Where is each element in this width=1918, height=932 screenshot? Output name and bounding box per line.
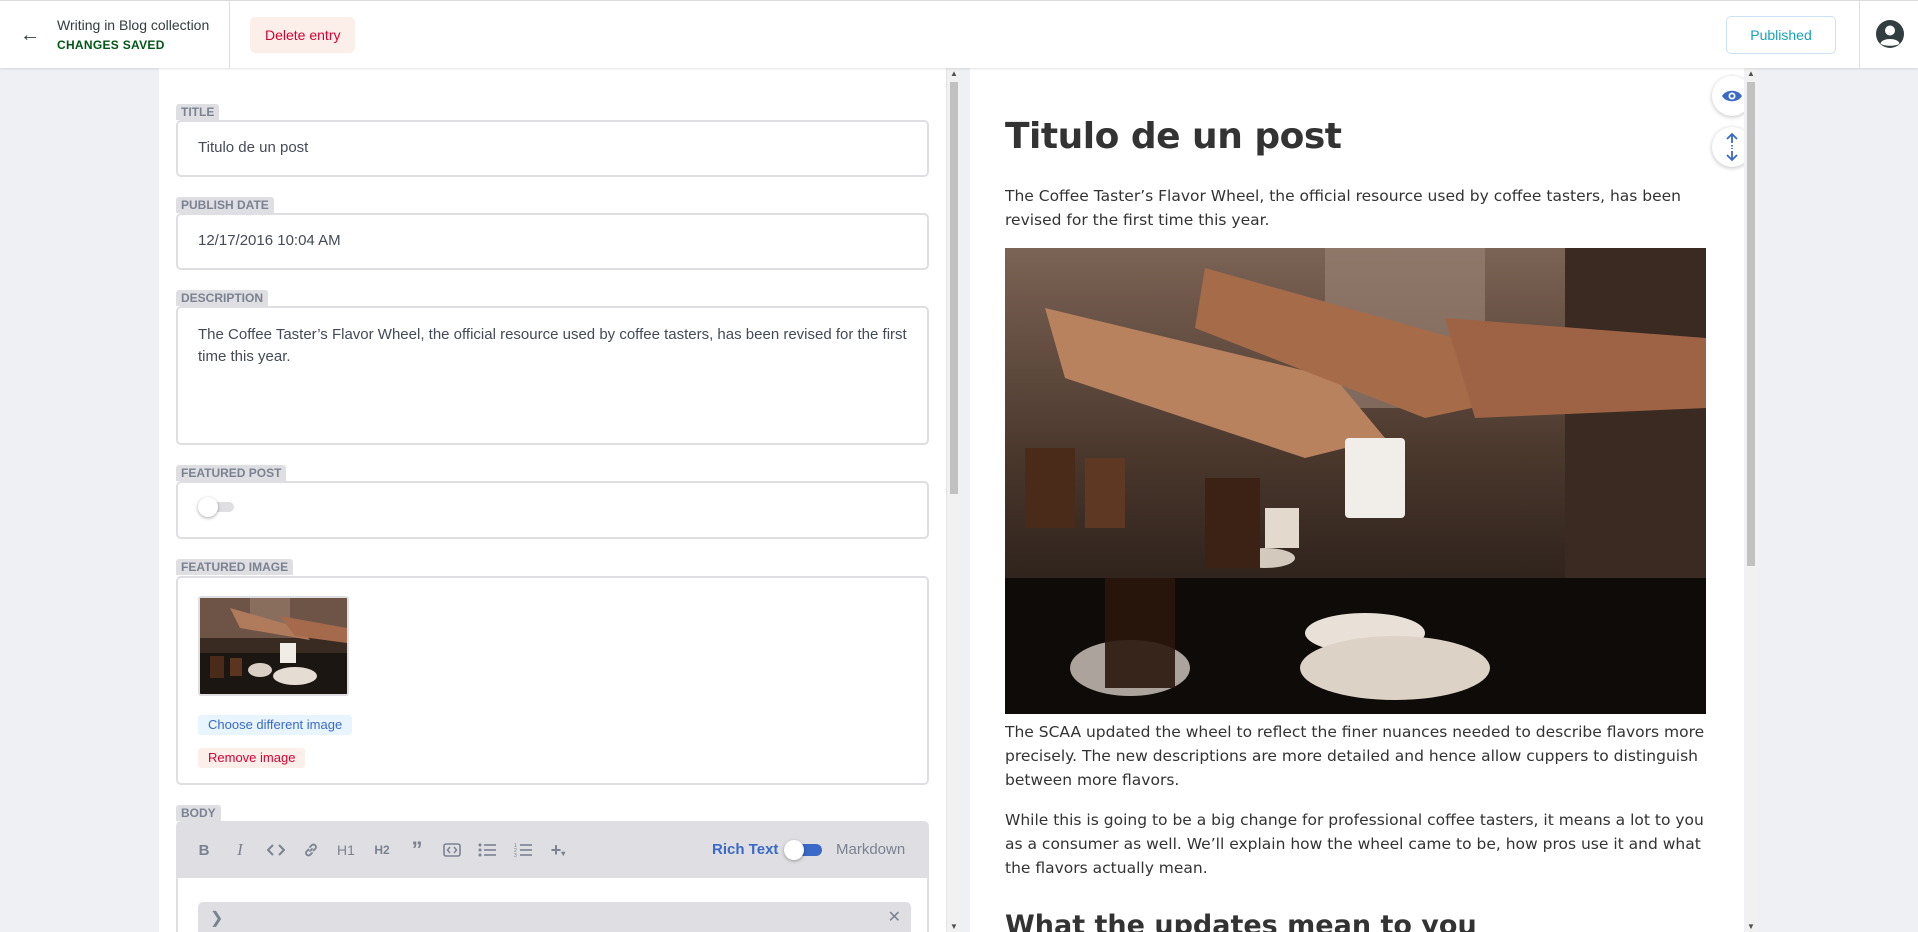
title-input[interactable]: Titulo de un post — [198, 139, 308, 156]
rich-text-toggle-knob — [784, 840, 804, 860]
code-block-icon[interactable] — [438, 838, 466, 862]
preview-paragraph-1: The SCAA updated the wheel to reflect th… — [1005, 723, 1705, 789]
featured-post-toggle-knob — [198, 497, 218, 517]
body-editor-toolbar: B I H1 H2 ” 123 + ▾ Rich Text Markdown — [176, 821, 929, 878]
user-avatar-icon[interactable] — [1875, 19, 1905, 49]
description-label: Description — [176, 290, 269, 306]
rich-text-label: Rich Text — [712, 841, 779, 858]
title-field[interactable]: Titulo de un post — [176, 120, 929, 177]
description-textarea[interactable]: The Coffee Taster’s Flavor Wheel, the of… — [198, 324, 909, 368]
bulleted-list-icon[interactable] — [473, 838, 501, 862]
entry-info: Writing in Blog collection CHANGES SAVED — [57, 16, 209, 53]
body-component-row[interactable]: ❯ ✕ — [198, 902, 911, 932]
featured-post-field — [176, 481, 929, 539]
heading1-label: H1 — [337, 842, 355, 858]
italic-icon[interactable]: I — [226, 838, 254, 862]
choose-different-image-button[interactable]: Choose different image — [198, 715, 353, 735]
topbar-divider-right — [1859, 1, 1860, 69]
publish-date-field[interactable]: 12/17/2016 10:04 AM — [176, 213, 929, 270]
preview-intro: The Coffee Taster’s Flavor Wheel, the of… — [1005, 187, 1681, 229]
code-icon[interactable] — [262, 838, 290, 862]
editor-topbar: ← Writing in Blog collection CHANGES SAV… — [0, 0, 1918, 69]
featured-image-label: Featured Image — [176, 559, 294, 575]
chevron-right-icon[interactable]: ❯ — [210, 908, 223, 928]
heading2-label: H2 — [374, 843, 390, 857]
close-icon[interactable]: ✕ — [888, 907, 901, 927]
scroll-down-arrow-icon[interactable]: ▼ — [950, 922, 958, 931]
bold-icon[interactable]: B — [190, 838, 218, 862]
preview-scrollbar-thumb[interactable] — [1747, 82, 1755, 566]
preview-scroll-up-arrow-icon[interactable]: ▲ — [1747, 69, 1755, 78]
description-field[interactable]: The Coffee Taster’s Flavor Wheel, the of… — [176, 306, 929, 445]
editor-scrollbar[interactable]: ▲ ▼ — [946, 68, 960, 932]
preview-scroll-down-arrow-icon[interactable]: ▼ — [1747, 922, 1755, 931]
markdown-label: Markdown — [836, 841, 906, 858]
back-arrow-icon[interactable]: ← — [0, 1, 60, 69]
editor-panel: Title Titulo de un post Publish Date 12/… — [159, 68, 959, 932]
featured-post-label: Featured Post — [176, 465, 287, 481]
numbered-list-icon[interactable]: 123 — [509, 838, 537, 862]
body-label: Body — [176, 805, 221, 821]
featured-image-field: Choose different image Remove image — [176, 576, 929, 785]
topbar-divider — [229, 1, 230, 69]
publish-date-label: Publish Date — [176, 197, 274, 213]
entry-title: Writing in Blog collection — [57, 17, 210, 33]
remove-image-button[interactable]: Remove image — [198, 748, 306, 768]
preview-heading-2: What the updates mean to you — [1005, 910, 1477, 932]
editor-scrollbar-thumb[interactable] — [950, 82, 958, 494]
link-icon[interactable] — [297, 838, 325, 862]
preview-featured-image — [1005, 248, 1706, 714]
body-editor[interactable]: ❯ ✕ — [176, 878, 929, 932]
preview-scrollbar[interactable]: ▲ ▼ — [1744, 68, 1758, 932]
scroll-up-arrow-icon[interactable]: ▲ — [950, 69, 958, 78]
entry-status: CHANGES SAVED — [57, 38, 165, 52]
publish-date-input[interactable]: 12/17/2016 10:04 AM — [198, 232, 341, 249]
rich-text-markdown-toggle[interactable] — [784, 840, 824, 860]
preview-title: Titulo de un post — [1005, 116, 1342, 157]
published-status-button[interactable]: Published — [1726, 16, 1836, 54]
add-component-icon[interactable]: + ▾ — [544, 838, 572, 862]
featured-post-toggle[interactable] — [198, 497, 234, 517]
title-label: Title — [176, 104, 220, 120]
quote-icon[interactable]: ” — [403, 837, 431, 862]
delete-entry-button[interactable]: Delete entry — [250, 17, 356, 53]
preview-panel: Titulo de un post The Coffee Taster’s Fl… — [970, 68, 1758, 932]
heading1-icon[interactable]: H1 — [332, 838, 360, 862]
heading2-icon[interactable]: H2 — [368, 838, 396, 862]
featured-image-thumbnail — [198, 596, 349, 696]
svg-text:3: 3 — [514, 853, 517, 858]
preview-paragraph-2: While this is going to be a big change f… — [1005, 811, 1704, 877]
